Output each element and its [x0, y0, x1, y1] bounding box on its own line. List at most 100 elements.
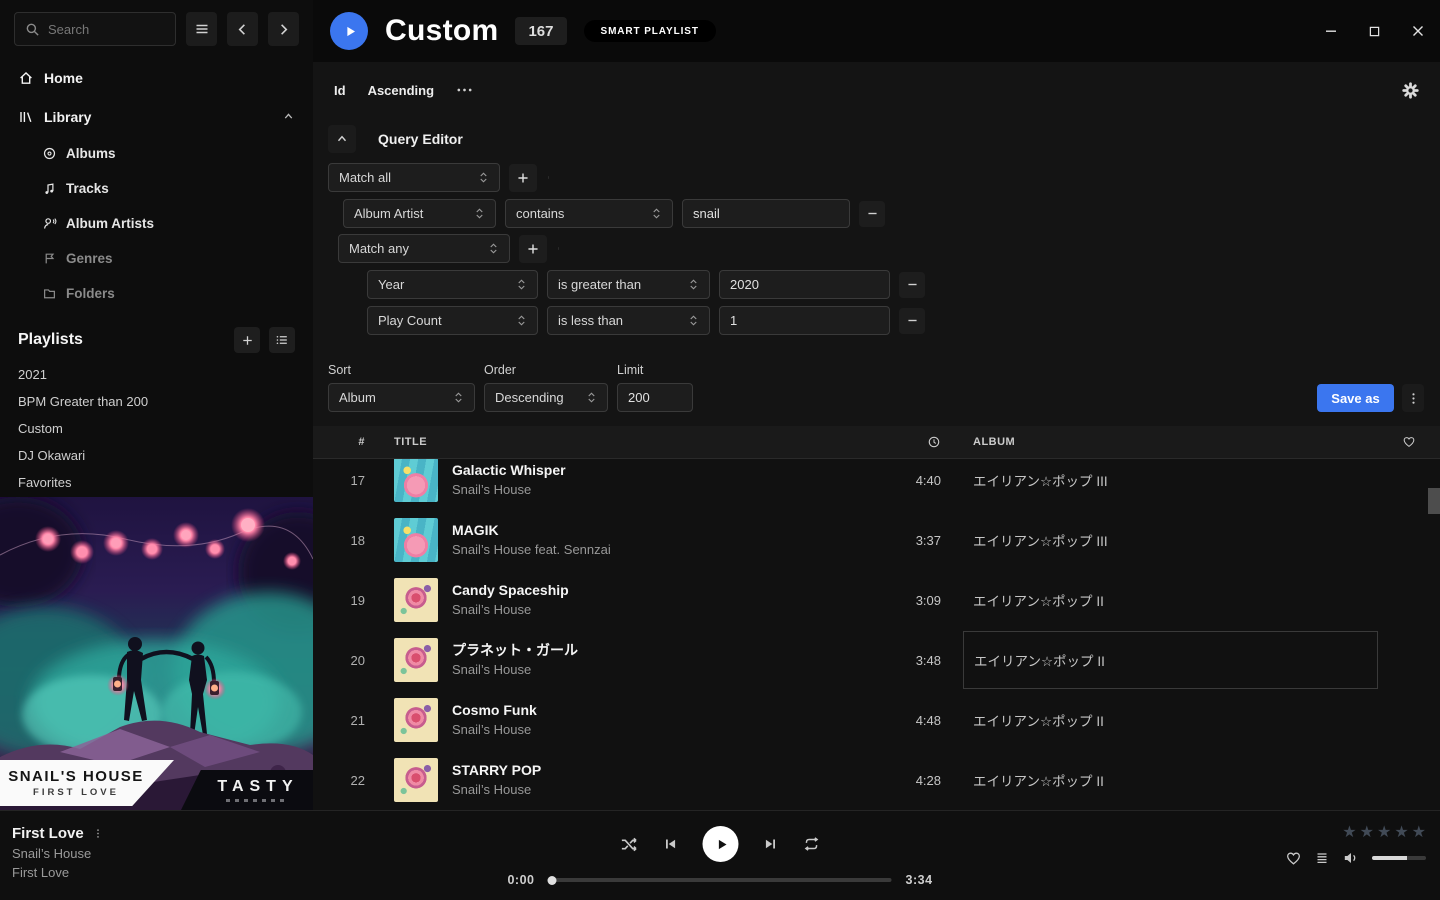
column-album[interactable]: ALBUM [963, 436, 1378, 448]
add-playlist-button[interactable] [234, 327, 260, 353]
rule-value-input[interactable] [693, 206, 839, 221]
queue-icon[interactable] [1314, 850, 1330, 866]
previous-icon[interactable] [663, 836, 679, 852]
order-select[interactable]: Descending [484, 383, 608, 412]
albums-icon [42, 146, 57, 161]
search-input[interactable] [48, 22, 165, 37]
track-album[interactable]: エイリアン☆ポップ II [963, 590, 1378, 610]
star-icon[interactable]: ★ [1342, 824, 1356, 840]
track-album[interactable]: エイリアン☆ポップ II [963, 631, 1378, 689]
search-box[interactable] [14, 12, 176, 46]
chevron-up-icon[interactable] [282, 110, 295, 123]
sort-select[interactable]: Album [328, 383, 475, 412]
player-right-cluster: ★★★★★ [1285, 824, 1426, 867]
back-button[interactable] [227, 12, 258, 46]
scrollbar-thumb[interactable] [1428, 488, 1440, 514]
track-duration: 3:48 [871, 653, 941, 668]
sidebar-item-label: Tracks [66, 181, 109, 196]
sidebar-item-tracks[interactable]: Tracks [0, 171, 313, 206]
limit-input[interactable] [628, 390, 682, 405]
play-playlist-button[interactable] [330, 12, 368, 50]
maximize-icon[interactable] [1367, 24, 1382, 39]
rule-field-value: Album Artist [354, 206, 423, 221]
sidebar-item-genres[interactable]: Genres [0, 241, 313, 276]
rule-operator-select[interactable]: contains [505, 199, 673, 228]
more-icon[interactable] [456, 87, 473, 93]
playlist-item[interactable]: DJ Okawari [0, 442, 313, 469]
playlist-list-button[interactable] [269, 327, 295, 353]
group-options-icon[interactable] [556, 241, 561, 256]
match-type-select[interactable]: Match any [338, 234, 510, 263]
rule-field-select[interactable]: Album Artist [343, 199, 496, 228]
now-playing-title[interactable]: First Love [12, 825, 84, 842]
track-row[interactable]: 18MAGIKSnail’s House feat. Sennzai3:37エイ… [313, 510, 1440, 570]
track-row[interactable]: 20プラネット・ガールSnail’s House3:48エイリアン☆ポップ II [313, 630, 1440, 690]
group-options-icon[interactable] [546, 170, 551, 185]
volume-icon[interactable] [1342, 849, 1360, 867]
track-row[interactable]: 19Candy SpaceshipSnail’s House3:09エイリアン☆… [313, 570, 1440, 630]
now-playing-cover[interactable]: SNAIL'S HOUSE FIRST LOVE TASTY [0, 497, 313, 810]
rule-operator-select[interactable]: is greater than [547, 270, 710, 299]
match-type-select[interactable]: Match all [328, 163, 500, 192]
next-icon[interactable] [763, 836, 779, 852]
playlist-item[interactable]: BPM Greater than 200 [0, 388, 313, 415]
rule-field-select[interactable]: Play Count [367, 306, 538, 335]
add-rule-button[interactable] [519, 235, 547, 263]
rule-field-value: Year [378, 277, 404, 292]
sort-order-button[interactable]: Ascending [368, 83, 434, 98]
track-options-icon[interactable] [96, 827, 100, 840]
column-duration[interactable] [871, 435, 941, 449]
track-row[interactable]: 21Cosmo FunkSnail’s House4:48エイリアン☆ポップ I… [313, 690, 1440, 750]
rule-value-input[interactable] [730, 277, 879, 292]
rule-field-select[interactable]: Year [367, 270, 538, 299]
kebab-icon [1411, 391, 1416, 406]
remove-rule-button[interactable] [859, 201, 885, 227]
column-number[interactable]: # [313, 436, 365, 448]
cover-label-sub [226, 799, 284, 802]
sidebar-item-folders[interactable]: Folders [0, 276, 313, 311]
track-row[interactable]: 22STARRY POPSnail’s House4:28エイリアン☆ポップ I… [313, 750, 1440, 810]
playlist-item[interactable]: 2021 [0, 361, 313, 388]
now-playing-artist[interactable]: Snail’s House [12, 846, 100, 861]
playlist-item[interactable]: Favorites [0, 469, 313, 496]
star-icon[interactable]: ★ [1377, 824, 1391, 840]
track-album[interactable]: エイリアン☆ポップ II [963, 770, 1378, 790]
favorite-heart-icon[interactable] [1285, 850, 1302, 867]
repeat-icon[interactable] [803, 835, 821, 853]
sort-field-button[interactable]: Id [334, 83, 346, 98]
save-as-button[interactable]: Save as [1317, 384, 1394, 412]
close-icon[interactable] [1410, 23, 1426, 39]
column-title[interactable]: TITLE [394, 436, 871, 448]
menu-button[interactable] [186, 12, 217, 46]
sidebar-item-library[interactable]: Library [0, 97, 313, 136]
rule-value-input[interactable] [730, 313, 879, 328]
star-icon[interactable]: ★ [1394, 824, 1408, 840]
shuffle-icon[interactable] [620, 835, 639, 854]
column-favorite[interactable] [1378, 435, 1440, 449]
volume-slider[interactable] [1372, 856, 1426, 860]
remove-rule-button[interactable] [899, 308, 925, 334]
track-album[interactable]: エイリアン☆ポップ II [963, 710, 1378, 730]
sidebar-item-album-artists[interactable]: Album Artists [0, 206, 313, 241]
sidebar-item-home[interactable]: Home [0, 58, 313, 97]
playlist-item[interactable]: Custom [0, 415, 313, 442]
minimize-icon[interactable] [1323, 23, 1339, 39]
save-options-button[interactable] [1402, 384, 1424, 412]
star-icon[interactable]: ★ [1360, 824, 1374, 840]
query-editor-header: Query Editor [328, 125, 1424, 153]
seek-knob[interactable] [548, 876, 557, 885]
rule-operator-select[interactable]: is less than [547, 306, 710, 335]
seek-bar[interactable] [549, 878, 892, 882]
play-pause-button[interactable] [703, 826, 739, 862]
track-album[interactable]: エイリアン☆ポップ III [963, 530, 1378, 550]
star-icon[interactable]: ★ [1412, 824, 1426, 840]
track-row[interactable]: 17Galactic WhisperSnail’s House4:40エイリアン… [313, 459, 1440, 510]
forward-button[interactable] [268, 12, 299, 46]
collapse-query-button[interactable] [328, 125, 356, 153]
settings-gear-icon[interactable] [1402, 82, 1419, 99]
now-playing-album[interactable]: First Love [12, 865, 100, 880]
track-album[interactable]: エイリアン☆ポップ III [963, 470, 1378, 490]
remove-rule-button[interactable] [899, 272, 925, 298]
add-rule-button[interactable] [509, 164, 537, 192]
sidebar-item-albums[interactable]: Albums [0, 136, 313, 171]
